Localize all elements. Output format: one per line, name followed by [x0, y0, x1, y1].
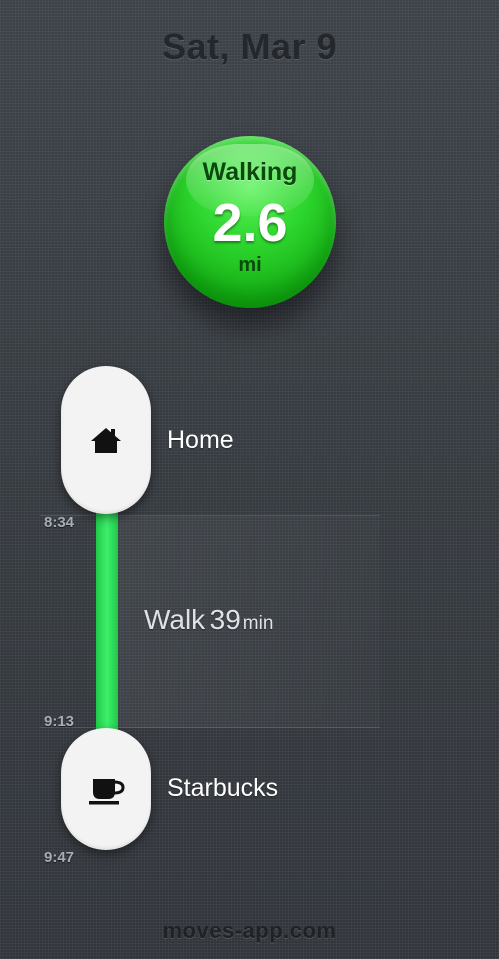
time-label-arrival: 9:13	[44, 713, 75, 730]
place-home-pill[interactable]	[61, 366, 151, 514]
walk-activity-label[interactable]: Walk 39 min	[144, 604, 273, 636]
segment-divider	[40, 727, 380, 728]
date-title: Sat, Mar 9	[161, 26, 338, 67]
activity-duration-unit: min	[242, 613, 274, 634]
daily-summary-bubble[interactable]: Walking 2.6 mi	[164, 136, 336, 308]
activity-duration: 39	[209, 604, 241, 635]
coffee-cup-icon	[89, 779, 125, 805]
footer-website-link[interactable]: moves-app.com	[0, 918, 499, 944]
place-home-label[interactable]: Home	[167, 426, 234, 455]
time-label-end: 9:47	[44, 849, 75, 866]
activity-name: Walk	[144, 604, 206, 635]
home-icon	[91, 428, 121, 453]
segment-divider	[40, 515, 380, 516]
summary-distance-unit: mi	[238, 254, 262, 276]
summary-activity-label: Walking	[202, 158, 298, 186]
summary-distance-value: 2.6	[212, 193, 288, 253]
place-starbucks-label[interactable]: Starbucks	[167, 774, 278, 803]
time-label-start: 8:34	[44, 514, 75, 531]
place-starbucks-pill[interactable]	[61, 728, 151, 850]
walk-timeline-bar	[96, 512, 118, 732]
